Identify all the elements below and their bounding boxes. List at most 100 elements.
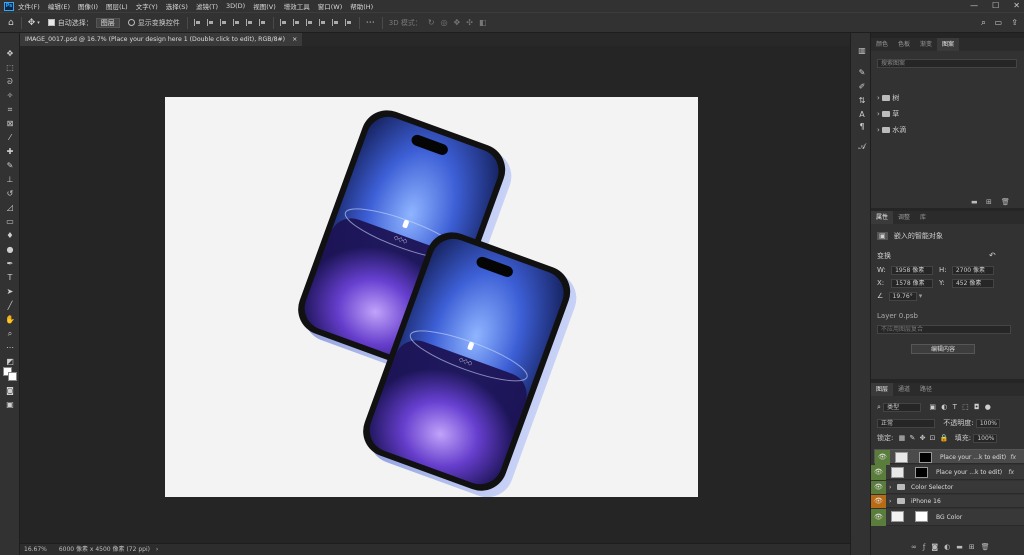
brush-settings-icon[interactable]: ✎: [856, 67, 868, 78]
layer-kind-filter[interactable]: 类型: [883, 403, 922, 412]
fx-icon[interactable]: fx: [1010, 450, 1016, 465]
layer-mask-thumbnail[interactable]: [915, 467, 928, 478]
blend-mode-dropdown[interactable]: 正常: [877, 419, 935, 428]
eraser-tool-icon[interactable]: ◿: [4, 202, 16, 213]
visibility-eye-icon[interactable]: 👁: [871, 509, 886, 526]
tab-color[interactable]: 颜色: [871, 38, 893, 51]
auto-select-checkbox[interactable]: [47, 19, 55, 26]
align-vcenter-icon[interactable]: [245, 19, 253, 26]
lock-artboard-icon[interactable]: ⊡: [930, 434, 936, 442]
hand-tool-icon[interactable]: ✋: [4, 314, 16, 325]
angle-dropdown-icon[interactable]: ▾: [919, 292, 923, 300]
quick-mask-icon[interactable]: ◙: [4, 385, 16, 396]
expand-group-icon[interactable]: ›: [889, 495, 891, 508]
width-input[interactable]: 1958 像素: [891, 266, 934, 275]
home-icon[interactable]: ⌂: [8, 18, 14, 28]
tab-paths[interactable]: 路径: [915, 383, 937, 396]
layer-mask-thumbnail[interactable]: [915, 511, 928, 522]
menu-plugins[interactable]: 增效工具: [284, 1, 310, 11]
pattern-group-grass[interactable]: › 草: [877, 109, 899, 119]
distribute-right-icon[interactable]: [305, 19, 313, 26]
filter-toggle-icon[interactable]: ●: [985, 403, 991, 411]
menu-file[interactable]: 文件(F): [18, 1, 40, 11]
delete-layer-icon[interactable]: 🗑: [981, 543, 996, 551]
crop-tool-icon[interactable]: ⌗: [4, 104, 16, 115]
default-colors-icon[interactable]: ◩: [4, 356, 16, 367]
move-tool-preset-icon[interactable]: ✥: [28, 18, 36, 28]
lock-position-icon[interactable]: ✥: [920, 434, 926, 442]
opacity-input[interactable]: 100%: [975, 419, 1000, 428]
zoom-tool-icon[interactable]: ⌕: [4, 328, 16, 339]
reset-transform-icon[interactable]: ↶: [989, 251, 996, 260]
document-tab[interactable]: IMAGE_0017.psd @ 16.7% (Place your desig…: [20, 33, 303, 46]
document-size-info[interactable]: 6000 像素 x 4500 像素 (72 ppi): [59, 546, 150, 553]
new-adjustment-icon[interactable]: ◐: [944, 543, 956, 551]
height-input[interactable]: 2700 像素: [951, 266, 994, 275]
tab-gradients[interactable]: 渐变: [915, 38, 937, 51]
align-bottom-icon[interactable]: [258, 19, 266, 26]
status-menu-arrow-icon[interactable]: ›: [156, 546, 158, 553]
lock-image-icon[interactable]: ✎: [909, 434, 915, 442]
visibility-eye-icon[interactable]: 👁: [871, 481, 886, 494]
y-input[interactable]: 452 像素: [951, 279, 994, 288]
menu-select[interactable]: 选择(S): [166, 1, 188, 11]
align-right-icon[interactable]: [219, 19, 227, 26]
zoom-level[interactable]: 16.67%: [24, 546, 47, 553]
pen-tool-icon[interactable]: ✒: [4, 258, 16, 269]
clone-source-icon[interactable]: ⇅: [856, 95, 868, 106]
glyphs-panel-icon[interactable]: 𝒜: [856, 141, 868, 152]
pattern-group-trees[interactable]: › 树: [877, 93, 899, 103]
lock-all-icon[interactable]: 🔒: [940, 434, 949, 442]
auto-select-dropdown[interactable]: 图层: [95, 17, 120, 28]
distribute-middle-icon[interactable]: [331, 19, 339, 26]
menu-type[interactable]: 文字(Y): [136, 1, 158, 11]
tab-patterns[interactable]: 图案: [937, 38, 960, 51]
brush-tool-icon[interactable]: ✎: [4, 160, 16, 171]
menu-image[interactable]: 图像(I): [78, 1, 98, 11]
menu-view[interactable]: 视图(V): [253, 1, 276, 11]
edit-toolbar-icon[interactable]: ⋯: [4, 342, 16, 353]
path-selection-tool-icon[interactable]: ➤: [4, 286, 16, 297]
search-icon[interactable]: ⌕: [981, 18, 986, 28]
frame-tool-icon[interactable]: ⊠: [4, 118, 16, 129]
align-left-icon[interactable]: [193, 19, 201, 26]
close-tab-icon[interactable]: ×: [292, 36, 297, 43]
menu-edit[interactable]: 编辑(E): [48, 1, 70, 11]
angle-input[interactable]: 19.76°: [888, 292, 917, 301]
eyedropper-tool-icon[interactable]: ⁄: [4, 132, 16, 143]
layer-row[interactable]: 👁 Place your ...k to edit) fx: [871, 465, 1024, 480]
new-pattern-icon[interactable]: ⊞: [986, 198, 992, 206]
tab-layers[interactable]: 图层: [871, 383, 894, 396]
auto-select-option[interactable]: 自动选择： 图层: [47, 17, 120, 28]
fill-input[interactable]: 100%: [973, 434, 998, 443]
filter-smart-object-icon[interactable]: ◘: [974, 403, 980, 411]
magic-wand-tool-icon[interactable]: ✧: [4, 90, 16, 101]
screen-mode-icon[interactable]: ▣: [4, 399, 16, 410]
layer-row[interactable]: 👁 BG Color: [871, 509, 1024, 526]
add-mask-icon[interactable]: ◙: [931, 543, 944, 551]
filter-adjustment-icon[interactable]: ◐: [941, 403, 947, 411]
new-group-icon[interactable]: ▬: [971, 198, 978, 206]
menu-filter[interactable]: 滤镜(T): [196, 1, 218, 11]
line-tool-icon[interactable]: ╱: [4, 300, 16, 311]
menu-help[interactable]: 帮助(H): [350, 1, 373, 11]
new-group-icon[interactable]: ▬: [956, 543, 969, 551]
menu-layer[interactable]: 图层(L): [106, 1, 128, 11]
gradient-tool-icon[interactable]: ▭: [4, 216, 16, 227]
delete-pattern-icon[interactable]: 🗑: [1001, 198, 1010, 206]
pattern-search-input[interactable]: 搜索图案: [877, 59, 1017, 68]
layer-mask-thumbnail[interactable]: [919, 452, 932, 463]
history-panel-icon[interactable]: ▥: [856, 45, 868, 56]
clone-stamp-tool-icon[interactable]: ⊥: [4, 174, 16, 185]
tab-swatches[interactable]: 色板: [893, 38, 915, 51]
tab-adjustments[interactable]: 调整: [893, 211, 915, 224]
preset-dropdown-icon[interactable]: ▾: [37, 20, 40, 26]
layer-group-row[interactable]: 👁 › Color Selector: [871, 481, 1024, 494]
fx-icon[interactable]: fx: [1008, 465, 1014, 480]
layer-comp-dropdown[interactable]: 不应用图层复合: [877, 325, 1011, 334]
layer-group-row[interactable]: 👁 › iPhone 16: [871, 495, 1024, 508]
document-canvas[interactable]: ◇◇◇ ◇◇◇: [165, 97, 698, 498]
pattern-group-water[interactable]: › 水滴: [877, 125, 906, 135]
align-top-icon[interactable]: [232, 19, 240, 26]
distribute-bottom-icon[interactable]: [344, 19, 352, 26]
